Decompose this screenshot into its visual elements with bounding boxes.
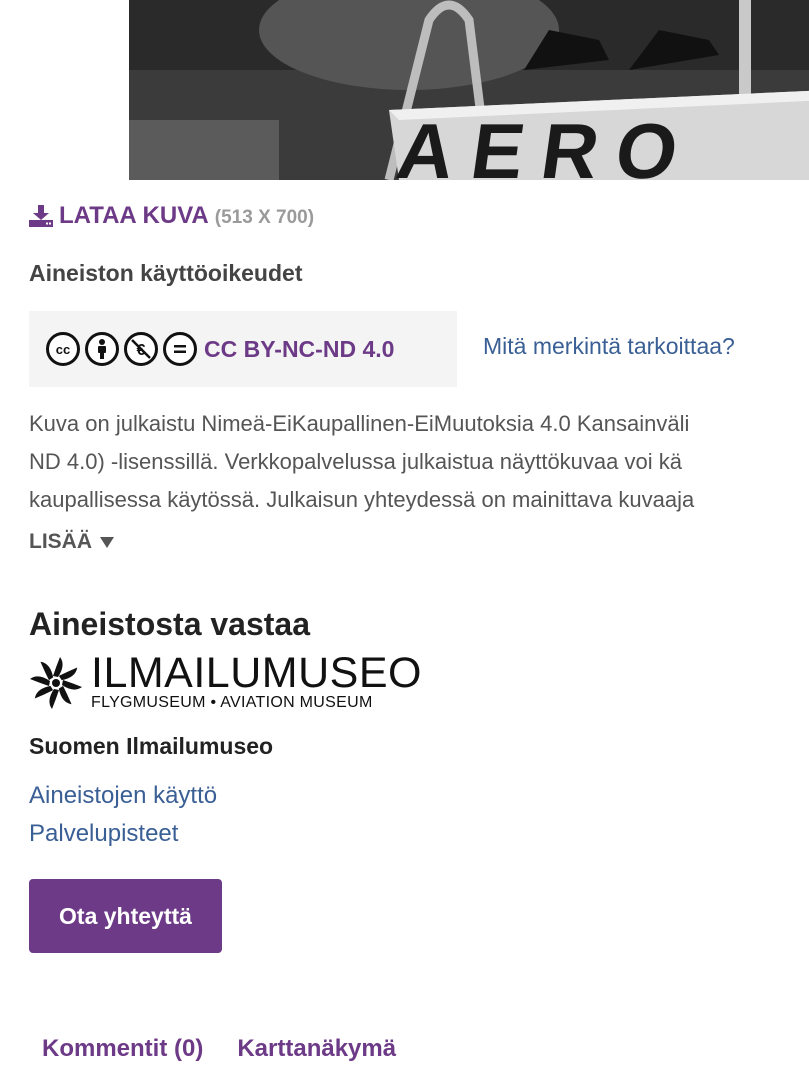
- license-text-line: Kuva on julkaistu Nimeä-EiKaupallinen-Ei…: [29, 411, 690, 436]
- logo-text: ILMAILUMUSEO FLYGMUSEUM • AVIATION MUSEU…: [91, 649, 422, 712]
- propeller-logo-icon: [30, 657, 82, 709]
- show-more-toggle[interactable]: LISÄÄ: [29, 530, 114, 554]
- record-photo[interactable]: AERO: [129, 0, 809, 180]
- record-page: AERO LATAA KUVA (513 X 700) Aineiston kä…: [0, 0, 809, 1084]
- photo-aero-text: AERO: [392, 107, 702, 180]
- license-name-link[interactable]: CC BY-NC-ND 4.0: [204, 336, 394, 363]
- logo-title: ILMAILUMUSEO: [91, 649, 422, 697]
- show-more-label: LISÄÄ: [29, 530, 92, 553]
- license-box: cc € CC BY-NC-ND 4.0: [29, 311, 457, 387]
- license-text-line: kaupallisessa käytössä. Julkaisun yhteyd…: [29, 487, 695, 512]
- license-help-link[interactable]: Mitä merkintä tarkoittaa?: [483, 333, 735, 360]
- license-description: Kuva on julkaistu Nimeä-EiKaupallinen-Ei…: [29, 405, 809, 519]
- tab-map-view[interactable]: Karttanäkymä: [237, 1035, 396, 1063]
- svg-text:cc: cc: [56, 342, 70, 357]
- responsible-heading: Aineistosta vastaa: [29, 606, 311, 642]
- image-dimensions: (513 X 700): [214, 207, 315, 228]
- contact-button[interactable]: Ota yhteyttä: [29, 879, 222, 953]
- download-image-link[interactable]: LATAA KUVA (513 X 700): [29, 202, 314, 230]
- museum-logo[interactable]: ILMAILUMUSEO FLYGMUSEUM • AVIATION MUSEU…: [29, 649, 422, 712]
- rights-heading: Aineiston käyttöoikeudet: [29, 260, 303, 286]
- record-tabs: Kommentit (0) Karttanäkymä: [42, 1035, 396, 1063]
- attribution-icon: [85, 332, 119, 366]
- download-label: LATAA KUVA: [59, 202, 209, 229]
- noderivatives-icon: [163, 332, 197, 366]
- license-icons: cc €: [46, 332, 197, 366]
- caret-down-icon: [100, 536, 114, 548]
- noncommercial-icon: €: [124, 332, 158, 366]
- license-text-line: ND 4.0) -lisenssillä. Verkkopalvelussa j…: [29, 449, 682, 474]
- service-points-link[interactable]: Palvelupisteet: [29, 820, 178, 848]
- photo-graphic: AERO: [129, 0, 809, 180]
- logo-subtitle: FLYGMUSEUM • AVIATION MUSEUM: [91, 694, 373, 711]
- download-icon: [29, 205, 53, 227]
- cc-icon: cc: [46, 332, 80, 366]
- organisation-name: Suomen Ilmailumuseo: [29, 733, 274, 759]
- usage-link[interactable]: Aineistojen käyttö: [29, 782, 217, 810]
- tab-comments[interactable]: Kommentit (0): [42, 1035, 203, 1063]
